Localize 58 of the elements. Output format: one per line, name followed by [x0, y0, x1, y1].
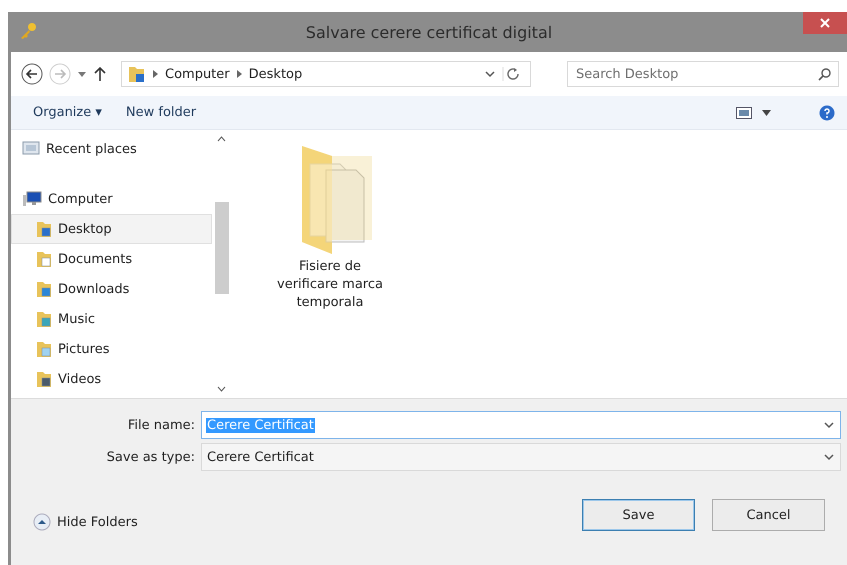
sidebar-item[interactable]: Desktop	[11, 214, 212, 244]
breadcrumb[interactable]: Computer	[165, 66, 230, 82]
sidebar-label: Documents	[58, 252, 132, 266]
chevron-icon	[236, 70, 242, 78]
folder-icon	[36, 280, 52, 298]
folder-icon	[36, 370, 52, 388]
field-label: File name:	[126, 418, 196, 432]
sidebar-label: Recent places	[46, 142, 137, 156]
folder-icon	[36, 340, 52, 358]
field-label: Save as type:	[106, 450, 196, 464]
window-title: Salvare cerere certificat digital	[306, 22, 552, 42]
sidebar-item[interactable]: Pictures	[11, 334, 212, 364]
back-button[interactable]	[21, 63, 43, 85]
chevron-down-icon	[824, 453, 834, 461]
sidebar-item[interactable]: Music	[11, 304, 212, 334]
sidebar-label: Music	[58, 312, 95, 326]
folder-icon	[36, 220, 52, 238]
computer-icon	[22, 191, 42, 207]
sidebar-item[interactable]: Computer	[11, 184, 212, 214]
sidebar-item[interactable]: Videos	[11, 364, 212, 394]
breadcrumb[interactable]: Desktop	[248, 66, 302, 82]
sidebar-label: Videos	[58, 372, 102, 386]
chevron-down-icon[interactable]	[485, 70, 495, 78]
collapse-icon	[33, 513, 51, 531]
folder-icon	[36, 310, 52, 328]
folder-icon	[36, 250, 52, 268]
help-button[interactable]	[819, 104, 835, 120]
sidebar-label: Pictures	[58, 342, 110, 356]
close-icon	[820, 18, 830, 28]
folder-icon	[128, 65, 146, 83]
new-folder-button[interactable]: New folder	[126, 105, 196, 120]
close-button[interactable]	[803, 12, 847, 34]
file-type-dropdown[interactable]: Cerere Certificat	[201, 443, 841, 471]
recent-places-icon	[22, 141, 40, 157]
folder-item[interactable]: Fisiere de verificare marca temporala	[272, 144, 388, 313]
organize-menu[interactable]: Organize ▾	[33, 105, 102, 120]
folder-name: Fisiere de verificare marca temporala	[276, 258, 384, 312]
sidebar-label: Computer	[48, 192, 113, 206]
sidebar-item[interactable]: Recent places	[11, 134, 212, 164]
cancel-button[interactable]: Cancel	[712, 499, 825, 531]
chevron-down-icon	[824, 421, 834, 429]
key-icon	[19, 22, 37, 40]
search-field[interactable]: Search Desktop	[567, 61, 839, 87]
hide-folders-button[interactable]: Hide Folders	[33, 513, 138, 531]
search-icon	[818, 68, 831, 81]
up-button[interactable]	[93, 66, 107, 82]
sidebar-item[interactable]: Downloads	[11, 274, 212, 304]
chevron-icon	[153, 70, 158, 78]
sidebar-label: Desktop	[58, 222, 112, 236]
scroll-up-icon[interactable]	[216, 136, 226, 142]
dropdown-arrow-icon	[762, 110, 771, 116]
recent-dropdown-button[interactable]	[77, 70, 87, 78]
address-bar[interactable]: Computer Desktop	[121, 61, 531, 87]
save-button[interactable]: Save	[582, 499, 695, 531]
sidebar-item[interactable]: Documents	[11, 244, 212, 274]
scroll-down-icon[interactable]	[216, 386, 226, 392]
sidebar-label: Downloads	[58, 282, 130, 296]
view-menu-button[interactable]	[736, 106, 771, 118]
